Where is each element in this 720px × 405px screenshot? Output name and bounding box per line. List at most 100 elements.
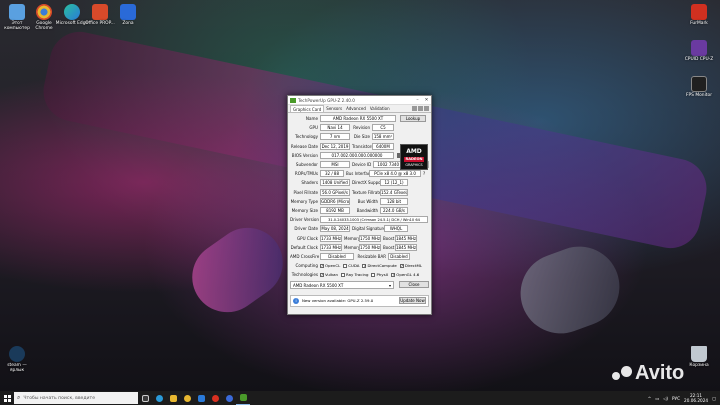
chevron-down-icon: ▾ bbox=[388, 282, 391, 288]
value-transistors: 6400M bbox=[372, 142, 394, 150]
row-shaders: Shaders 1408 Unified DirectX Support 12 … bbox=[290, 178, 429, 187]
help-icon[interactable]: ? bbox=[423, 171, 425, 176]
row-pixel-fillrate: Pixel Fillrate 56.0 GPixel/s Texture Fil… bbox=[293, 188, 408, 196]
value-driver-date: May 08, 2024 bbox=[320, 225, 350, 233]
card-select-dropdown[interactable]: AMD Radeon RX 5500 XT ▾ bbox=[290, 280, 394, 289]
row-default-clock: Default Clock 1733 MHz Memory 1750 MHz B… bbox=[290, 243, 417, 251]
desktop-icon-furmark[interactable]: FurMark bbox=[682, 4, 716, 26]
value-resizable-bar: Disabled bbox=[388, 252, 410, 260]
value-digital-signature: WHQL bbox=[384, 225, 408, 233]
update-notification: i New version available: GPU-Z 2.59.0 Up… bbox=[290, 294, 429, 307]
taskbar-app-store[interactable] bbox=[194, 391, 208, 405]
row-technologies: Technologies ✓ Vulkan Ray Tracing PhysX ✓… bbox=[291, 272, 420, 278]
search-icon: ⌕ bbox=[17, 394, 21, 401]
wallpaper-can-left bbox=[178, 214, 297, 326]
desktop-icon-label: CPUID CPU-Z bbox=[684, 57, 714, 62]
value-gpu-boost: 1845 MHz bbox=[395, 234, 417, 242]
notifications-icon[interactable]: ▢ bbox=[712, 396, 716, 401]
value-default-clock: 1733 MHz bbox=[320, 243, 342, 251]
edge-icon bbox=[155, 394, 163, 402]
value-bios-version: 017.002.000.000.000000 bbox=[320, 151, 394, 159]
value-subvendor: MSI bbox=[320, 161, 350, 169]
chrome-icon bbox=[36, 4, 52, 20]
taskbar-app-steam[interactable] bbox=[222, 391, 236, 405]
row-driver-date: Driver Date May 08, 2024 Digital Signatu… bbox=[290, 224, 429, 233]
camera-icon[interactable] bbox=[412, 106, 417, 111]
close-window-button[interactable]: ✕ bbox=[422, 98, 431, 103]
desktop-icon-label: FurMark bbox=[690, 21, 708, 26]
value-bus-width: 128 bit bbox=[380, 197, 408, 205]
task-view-button[interactable] bbox=[138, 391, 152, 405]
value-texture-fillrate: 152.4 GTexel/s bbox=[380, 188, 408, 196]
tab-advanced[interactable]: Advanced bbox=[344, 105, 368, 112]
taskbar-app-edge[interactable] bbox=[152, 391, 166, 405]
close-button[interactable]: Close bbox=[399, 281, 429, 289]
value-gpu-clock: 1733 MHz bbox=[320, 234, 342, 242]
clock[interactable]: 22:11 20.06.2024 bbox=[684, 393, 708, 403]
tab-sensors[interactable]: Sensors bbox=[324, 105, 344, 112]
info-icon: i bbox=[293, 297, 299, 304]
search-placeholder: Чтобы начать поиск, введите bbox=[23, 395, 96, 401]
label-name: Name bbox=[305, 116, 318, 122]
gpuz-window[interactable]: TechPowerUp GPU-Z 2.40.0 – ✕ Graphics Ca… bbox=[287, 95, 432, 315]
notification-text: New version available: GPU-Z 2.59.0 bbox=[302, 298, 374, 304]
row-computing: Computing ✓ OpenCL CUDA ✓ DirectCompute ✓ D… bbox=[295, 263, 423, 269]
value-memory-type: GDDR6 (Micron) bbox=[320, 197, 350, 205]
title-bar[interactable]: TechPowerUp GPU-Z 2.40.0 – ✕ bbox=[288, 96, 431, 105]
card-info: AMD RADEON GRAPHICS Name AMD Radeon RX 5… bbox=[288, 113, 431, 291]
furmark-icon bbox=[691, 4, 707, 20]
tray-chevron-icon[interactable]: ^ bbox=[648, 396, 652, 401]
gpuz-app-icon bbox=[290, 97, 296, 103]
value-gpu-memory: 1750 MHz bbox=[359, 234, 381, 242]
update-now-button[interactable]: Update Now bbox=[399, 297, 426, 305]
desktop-icon-recycle-bin[interactable]: Корзина bbox=[682, 346, 716, 368]
tab-validation[interactable]: Validation bbox=[368, 105, 392, 112]
value-gpu: Navi 14 bbox=[320, 124, 350, 132]
row-rops-tmus: ROPs/TMUs 32 / 88 Bus Interface PCIe x8 … bbox=[294, 170, 426, 178]
value-bandwidth: 224.0 GB/s bbox=[380, 206, 408, 214]
value-bus-interface: PCIe x8 4.0 @ x8 3.0 bbox=[369, 170, 421, 178]
office-icon bbox=[92, 4, 108, 20]
row-memory-size: Memory Size 8192 MB Bandwidth 224.0 GB/s bbox=[290, 206, 429, 215]
value-crossfire: Disabled bbox=[320, 252, 354, 260]
desktop-icon-cpuz[interactable]: CPUID CPU-Z bbox=[682, 40, 716, 62]
value-directx: 12 (12_1) bbox=[380, 179, 408, 187]
volume-icon[interactable]: ◁) bbox=[663, 396, 668, 401]
checkbox-opencl: ✓ OpenCL bbox=[320, 263, 341, 269]
value-shaders: 1408 Unified bbox=[320, 179, 350, 187]
language-indicator[interactable]: РУС bbox=[672, 396, 680, 401]
desktop-icon-steam[interactable]: steam — ярлык bbox=[0, 346, 34, 373]
start-button[interactable] bbox=[0, 391, 14, 405]
computer-icon bbox=[9, 4, 25, 20]
value-release-date: Dec 12, 2019 bbox=[320, 142, 350, 150]
window-title: TechPowerUp GPU-Z 2.40.0 bbox=[298, 97, 355, 103]
taskbar-search[interactable]: ⌕ Чтобы начать поиск, введите bbox=[14, 392, 138, 404]
taskbar-app-explorer[interactable] bbox=[166, 391, 180, 405]
windows-logo-icon bbox=[3, 394, 11, 402]
minimize-button[interactable]: – bbox=[413, 98, 422, 103]
value-rops-tmus: 32 / 88 bbox=[320, 170, 344, 178]
taskbar-app-chrome[interactable] bbox=[180, 391, 194, 405]
refresh-icon[interactable] bbox=[418, 106, 423, 111]
tab-graphics-card[interactable]: Graphics Card bbox=[290, 105, 325, 112]
value-driver-version: 31.0.24033.1003 (Crimson 24.5.1) DCH / W… bbox=[320, 216, 428, 224]
row-card-select: AMD Radeon RX 5500 XT ▾ Close bbox=[290, 280, 429, 289]
lookup-button[interactable]: Lookup bbox=[400, 115, 426, 123]
value-die-size: 158 mm² bbox=[372, 133, 394, 141]
menu-icon[interactable] bbox=[424, 106, 429, 111]
taskbar-app-yandex[interactable] bbox=[208, 391, 222, 405]
network-icon[interactable]: ▭ bbox=[655, 396, 659, 401]
system-tray: ^ ▭ ◁) РУС 22:11 20.06.2024 ▢ bbox=[648, 393, 720, 403]
checkbox-directcompute: ✓ DirectCompute bbox=[362, 263, 397, 269]
desktop-icon-fps-monitor[interactable]: FPS Monitor bbox=[682, 76, 716, 98]
avito-watermark: Avito bbox=[612, 362, 684, 385]
row-gpu: GPU Navi 14 Revision C5 bbox=[290, 123, 429, 132]
desktop-icon-zona[interactable]: Zona bbox=[111, 4, 145, 26]
checkbox-physx: PhysX bbox=[371, 272, 388, 277]
desktop-icon-label: FPS Monitor bbox=[685, 93, 713, 98]
checkbox-opengl: ✓ OpenGL 4.6 bbox=[391, 272, 420, 278]
clock-date: 20.06.2024 bbox=[684, 398, 709, 403]
checkbox-cuda: CUDA bbox=[343, 263, 359, 268]
taskbar-app-gpuz[interactable] bbox=[236, 391, 250, 405]
row-technology: Technology 7 nm Die Size 158 mm² bbox=[295, 133, 394, 141]
